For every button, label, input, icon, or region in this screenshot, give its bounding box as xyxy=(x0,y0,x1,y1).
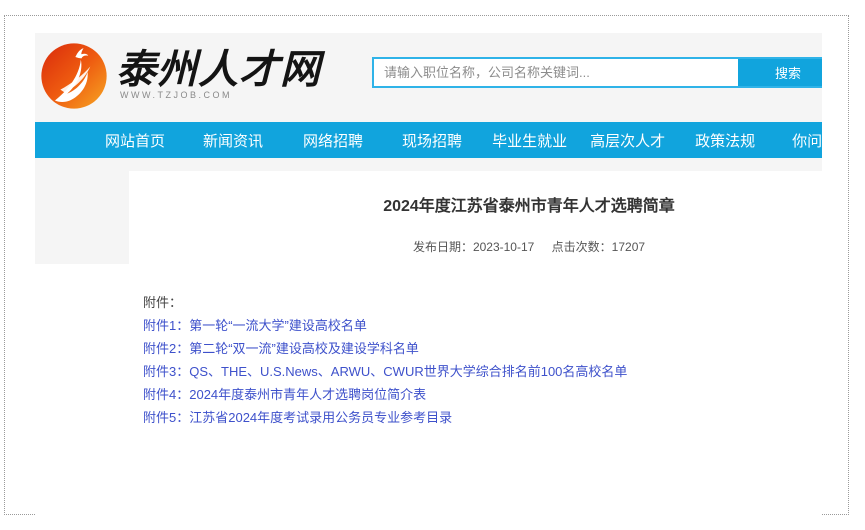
logo-text: 泰州人才网 WWW.TZJOB.COM xyxy=(116,42,321,100)
article-meta: 发布日期：2023-10-17 点击次数：17207 xyxy=(129,239,822,255)
site-logo[interactable]: 泰州人才网 WWW.TZJOB.COM xyxy=(40,42,321,110)
view-count: 点击次数：17207 xyxy=(552,239,645,255)
nav-item-policies[interactable]: 政策法规 xyxy=(695,130,755,151)
attachment-link-2[interactable]: 附件2：第二轮“双一流”建设高校及建设学科名单 xyxy=(143,337,822,360)
page: 泰州人才网 WWW.TZJOB.COM 搜索 网站首页 新闻资讯 网络招聘 现场… xyxy=(0,0,865,530)
nav-item-home[interactable]: 网站首页 xyxy=(105,130,165,151)
site-viewport: 泰州人才网 WWW.TZJOB.COM 搜索 网站首页 新闻资讯 网络招聘 现场… xyxy=(35,33,822,515)
logo-mark-icon xyxy=(40,42,108,110)
search-input[interactable] xyxy=(374,59,738,86)
attachment-link-3[interactable]: 附件3：QS、THE、U.S.News、ARWU、CWUR世界大学综合排名前10… xyxy=(143,360,822,383)
search-box: 搜索 xyxy=(372,57,822,88)
attachment-link-5[interactable]: 附件5：江苏省2024年度考试录用公务员专业参考目录 xyxy=(143,406,822,429)
nav-item-onsite-recruit[interactable]: 现场招聘 xyxy=(402,130,462,151)
main-nav: 网站首页 新闻资讯 网络招聘 现场招聘 毕业生就业 高层次人才 政策法规 你问我… xyxy=(35,122,822,158)
attachment-link-1[interactable]: 附件1：第一轮“一流大学”建设高校名单 xyxy=(143,314,822,337)
nav-item-online-recruit[interactable]: 网络招聘 xyxy=(303,130,363,151)
logo-site-name: 泰州人才网 xyxy=(116,48,321,92)
search-button[interactable]: 搜索 xyxy=(738,59,822,86)
site-header: 泰州人才网 WWW.TZJOB.COM 搜索 xyxy=(35,33,822,122)
publish-date: 发布日期：2023-10-17 xyxy=(413,239,534,255)
attachments-label: 附件： xyxy=(143,291,822,314)
nav-item-graduate-employment[interactable]: 毕业生就业 xyxy=(492,130,567,151)
article-panel: 2024年度江苏省泰州市青年人才选聘简章 发布日期：2023-10-17 点击次… xyxy=(129,171,822,515)
nav-item-qa[interactable]: 你问我答 xyxy=(792,130,822,151)
attachment-link-4[interactable]: 附件4：2024年度泰州市青年人才选聘岗位简介表 xyxy=(143,383,822,406)
nav-item-news[interactable]: 新闻资讯 xyxy=(203,130,263,151)
nav-item-high-level-talent[interactable]: 高层次人才 xyxy=(590,130,665,151)
article-title: 2024年度江苏省泰州市青年人才选聘简章 xyxy=(129,197,822,217)
attachments-list: 附件： 附件1：第一轮“一流大学”建设高校名单 附件2：第二轮“双一流”建设高校… xyxy=(143,291,822,429)
content-area: 2024年度江苏省泰州市青年人才选聘简章 发布日期：2023-10-17 点击次… xyxy=(35,158,822,515)
